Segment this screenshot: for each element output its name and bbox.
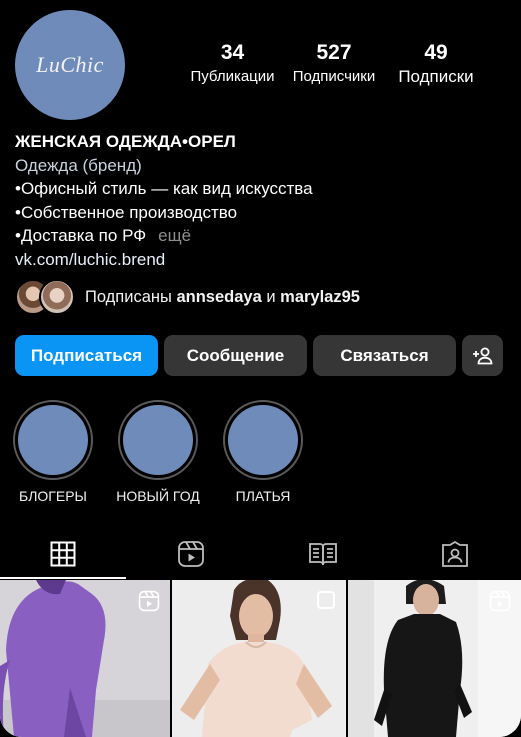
bio-line: •Доставка по РФ [15,226,147,245]
posts-count-value: 34 [220,41,245,64]
follow-button[interactable]: Подписаться [15,335,158,376]
bio-line: •Собственное производство [15,202,238,222]
followers-count[interactable]: 527 Подписчики [285,40,383,87]
followed-by[interactable]: Подписаны annsedaya и marylaz95 [15,279,360,315]
tab-reels[interactable] [128,530,254,578]
active-tab-indicator [0,577,126,579]
followed-by-user[interactable]: annsedaya [176,288,261,306]
add-person-icon [472,347,492,364]
following-count[interactable]: 49 Подписки [390,40,482,87]
grid-icon [50,541,76,567]
story-highlight[interactable]: БЛОГЕРЫ [12,400,94,504]
bio-more-link[interactable]: ещё [158,226,191,245]
posts-count-label: Публикации [190,68,275,85]
reels-icon [138,590,160,612]
highlight-ring [223,400,303,480]
profile-category[interactable]: Одежда (бренд) [15,154,505,178]
tab-tagged[interactable] [392,530,518,578]
followed-by-text: Подписаны annsedaya и marylaz95 [85,288,360,307]
highlight-ring [13,400,93,480]
contact-button[interactable]: Связаться [313,335,456,376]
followed-by-user[interactable]: marylaz95 [280,288,360,306]
profile-website-link[interactable]: vk.com/luchic.brend [15,248,505,272]
followers-count-label: Подписчики [292,68,376,85]
post-thumbnail[interactable] [0,580,170,737]
tab-posts-grid[interactable] [0,530,126,578]
message-button[interactable]: Сообщение [164,335,307,376]
profile-name: ЖЕНСКАЯ ОДЕЖДА•ОРЕЛ [15,132,236,151]
profile-avatar[interactable]: LuChic [15,10,125,120]
profile-tabs [0,530,521,579]
highlight-cover [123,405,193,475]
following-count-label: Подписки [398,67,474,86]
tagged-icon [442,540,468,567]
story-highlight[interactable]: НОВЫЙ ГОД [116,400,200,504]
reels-icon [178,541,204,567]
profile-screen: LuChic 34 Публикации 527 Подписчики 49 П… [0,0,521,737]
highlight-ring [118,400,198,480]
post-thumbnail[interactable] [348,580,521,737]
avatar [39,279,75,315]
carousel-icon [317,591,335,609]
suggested-accounts-button[interactable] [462,335,503,376]
story-highlight[interactable]: ПЛАТЬЯ [222,400,304,504]
highlight-label: ПЛАТЬЯ [235,488,291,504]
posts-count[interactable]: 34 Публикации [185,40,280,87]
tab-guides[interactable] [260,530,386,578]
reels-icon [489,590,511,612]
posts-grid [0,580,521,737]
followed-by-avatars [15,279,77,315]
bio-line: •Офисный стиль — как вид искусства [15,179,313,198]
followed-by-prefix: Подписаны [85,287,172,306]
brand-logo: LuChic [36,52,104,77]
followed-by-conjunction: и [266,287,276,306]
highlight-label: БЛОГЕРЫ [19,488,87,504]
highlight-label: НОВЫЙ ГОД [116,488,200,504]
post-thumbnail[interactable] [172,580,346,737]
highlight-cover [228,405,298,475]
following-count-value: 49 [424,41,448,64]
guide-icon [309,543,337,566]
profile-bio: ЖЕНСКАЯ ОДЕЖДА•ОРЕЛ Одежда (бренд) •Офис… [15,130,505,271]
followers-count-value: 527 [316,41,352,64]
highlight-cover [18,405,88,475]
